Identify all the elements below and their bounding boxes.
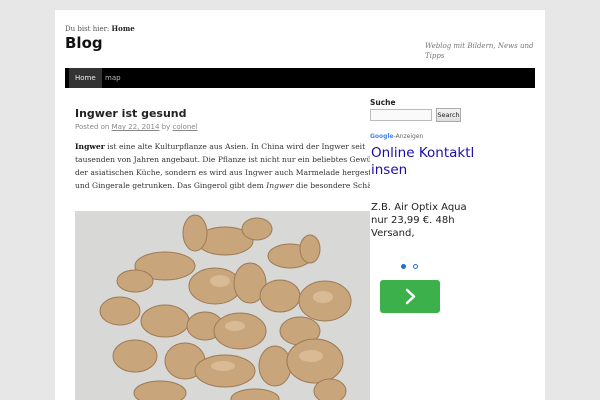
breadcrumb: Du bist hier: Home	[65, 24, 135, 33]
ad-body-text: Z.B. Air Optix Aqua nur 23,99 €. 48h Ver…	[371, 202, 467, 239]
post-italic-word: Ingwer	[266, 181, 294, 190]
ad-carousel-dot[interactable]	[413, 264, 418, 269]
ginger-photo	[75, 211, 375, 400]
nav-item-map[interactable]: map	[99, 68, 127, 88]
post-meta-prefix: Posted on	[75, 123, 110, 131]
search-widget-title: Suche	[370, 98, 396, 107]
post-meta-by: by	[161, 123, 171, 131]
post-meta: Posted on May 22, 2014 by colonel	[75, 123, 198, 131]
ad-label-brand: Google	[370, 133, 394, 140]
nav-item-home[interactable]: Home	[69, 68, 102, 88]
site-description: Weblog mit Bildern, News und Tipps	[425, 42, 534, 60]
main-navigation: Home map	[65, 68, 535, 88]
ad-carousel-dot-active[interactable]	[401, 264, 406, 269]
ad-label: Google-Anzeigen	[370, 133, 423, 140]
ad-headline-link[interactable]: Online Kontaktlinsen	[371, 145, 477, 179]
site-title[interactable]: Blog	[65, 34, 103, 52]
post-author-link[interactable]: colonel	[173, 123, 198, 131]
ginger-image	[75, 211, 375, 400]
search-input[interactable]	[370, 109, 432, 121]
google-ad: Google-Anzeigen Online Kontaktlinsen Z.B…	[370, 133, 478, 400]
post-date-link[interactable]: May 22, 2014	[112, 123, 160, 131]
search-button[interactable]: Search	[436, 108, 461, 122]
chevron-right-icon	[405, 288, 416, 305]
post-content: Ingwer ist eine alte Kulturpflanze aus A…	[75, 140, 391, 192]
ad-go-button[interactable]	[380, 280, 440, 313]
post-intro-bold: Ingwer	[75, 142, 105, 151]
post-title[interactable]: Ingwer ist gesund	[75, 107, 187, 120]
breadcrumb-prefix: Du bist hier:	[65, 25, 110, 33]
ad-label-suffix: -Anzeigen	[393, 133, 424, 140]
breadcrumb-home-link[interactable]: Home	[112, 24, 135, 33]
